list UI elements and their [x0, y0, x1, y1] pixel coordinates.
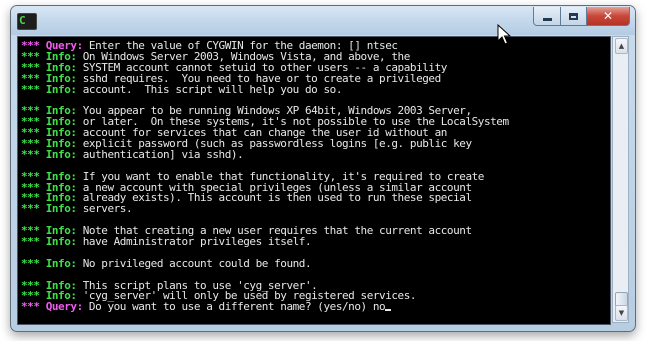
window-controls: ✕ — [533, 7, 630, 26]
scroll-up-arrow-icon[interactable]: ▲ — [615, 38, 628, 54]
info-tag: Info: — [45, 202, 77, 216]
terminal-line: *** Info: No privileged account could be… — [21, 256, 509, 270]
terminal-line: *** Info: servers. — [21, 202, 509, 216]
info-tag: Info: — [45, 147, 77, 161]
terminal-line: *** Info: have Administrator privileges … — [21, 235, 509, 249]
query-tag: Query: — [45, 300, 83, 314]
vertical-scrollbar[interactable]: ▲ ▼ — [612, 36, 629, 323]
scroll-down-arrow-icon[interactable]: ▼ — [615, 305, 628, 321]
console-window: C ✕ *** Query: Enter the value of CYGWIN… — [10, 5, 636, 332]
terminal-output[interactable]: *** Query: Enter the value of CYGWIN for… — [17, 36, 611, 325]
close-button[interactable]: ✕ — [587, 7, 630, 26]
info-tag: Info: — [45, 256, 77, 270]
close-icon: ✕ — [602, 9, 614, 23]
line-text: servers. — [76, 202, 133, 216]
line-text: Do you want to use a different name? (ye… — [82, 300, 386, 314]
line-prefix: *** — [21, 300, 46, 314]
line-text: already exists). This account is then us… — [76, 191, 472, 205]
text-cursor — [385, 309, 392, 312]
info-tag: Info: — [45, 82, 77, 96]
maximize-icon — [569, 12, 578, 20]
mouse-pointer-icon — [497, 24, 511, 45]
maximize-button[interactable] — [561, 7, 587, 26]
minimize-button[interactable] — [533, 7, 561, 26]
terminal-lines: *** Query: Enter the value of CYGWIN for… — [21, 40, 509, 314]
terminal-line: *** Query: Do you want to use a differen… — [21, 300, 509, 314]
cygwin-app-icon[interactable]: C — [17, 13, 37, 30]
line-text: have Administrator privileges itself. — [76, 235, 312, 249]
title-bar[interactable]: C ✕ — [11, 6, 635, 35]
line-text: account. This script will help you do so… — [76, 82, 343, 96]
line-text: authentication] via sshd). — [76, 147, 244, 161]
minimize-icon — [542, 17, 552, 21]
terminal-line: *** Info: authentication] via sshd). — [21, 147, 509, 161]
terminal-line: *** Info: account. This script will help… — [21, 82, 509, 96]
app-icon-glyph: C — [19, 14, 26, 27]
info-tag: Info: — [45, 235, 77, 249]
line-text: No privileged account could be found. — [76, 256, 312, 270]
